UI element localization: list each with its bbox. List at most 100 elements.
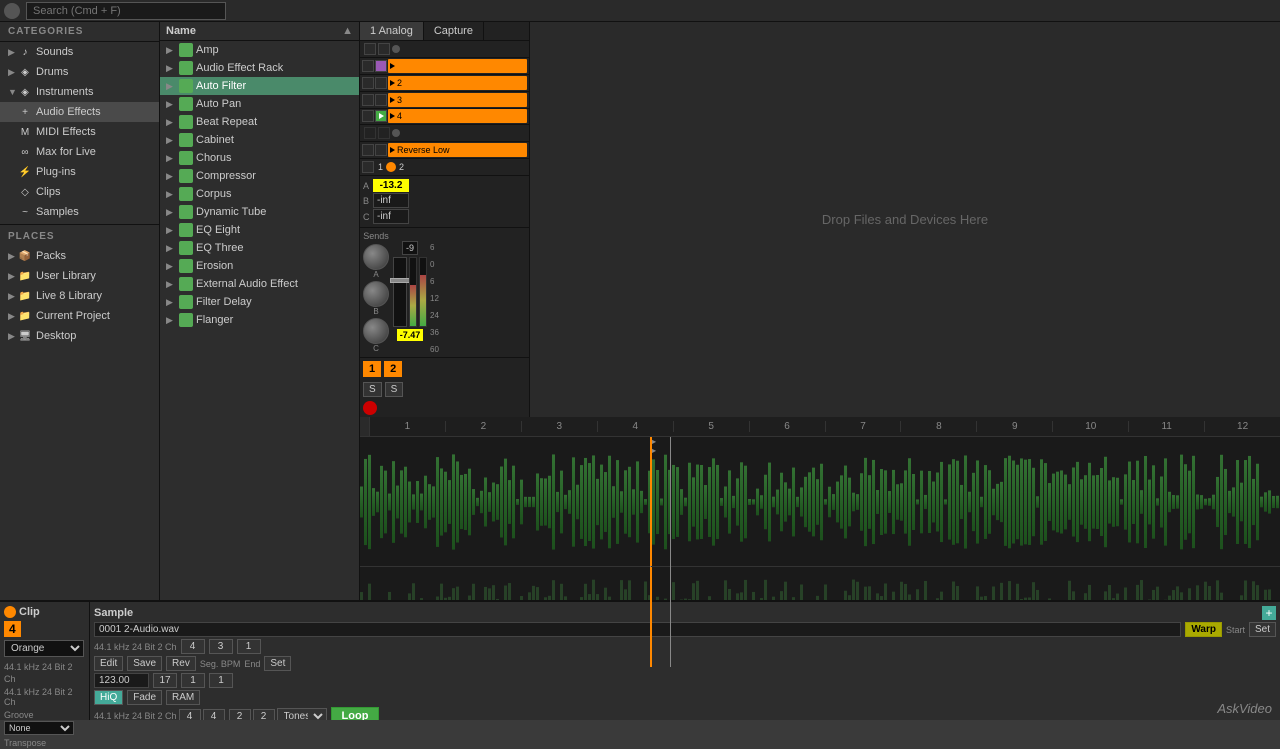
warp-btn[interactable]: Warp xyxy=(1185,622,1222,637)
track-mute-btn[interactable] xyxy=(378,127,390,139)
track-stop-btn[interactable] xyxy=(362,144,374,156)
sig-top-input[interactable] xyxy=(179,709,201,721)
track-mute-btn[interactable] xyxy=(375,94,387,106)
track-stop-btn[interactable] xyxy=(362,60,374,72)
track-mute-btn[interactable] xyxy=(375,77,387,89)
tab-capture[interactable]: Capture xyxy=(424,22,484,40)
browser-item-chorus[interactable]: ▶ Chorus xyxy=(160,149,359,167)
sig-bot-input[interactable] xyxy=(203,709,225,721)
transpose-val1[interactable] xyxy=(229,709,251,721)
clip-color-select[interactable]: Orange xyxy=(4,640,84,657)
mixer-btn[interactable] xyxy=(362,161,374,173)
hiq-btn[interactable]: HiQ xyxy=(94,690,123,705)
track-stop-btn[interactable] xyxy=(364,43,376,55)
clip-indicator xyxy=(4,606,16,618)
end-set-btn[interactable]: Set xyxy=(264,656,291,671)
start-bars[interactable] xyxy=(181,639,205,654)
browser-item-dynamic-tube[interactable]: ▶ Dynamic Tube xyxy=(160,203,359,221)
browser-item-cabinet[interactable]: ▶ Cabinet xyxy=(160,131,359,149)
end-bars[interactable] xyxy=(153,673,177,688)
search-input[interactable] xyxy=(26,2,226,20)
fader-db-value[interactable]: -7.47 xyxy=(397,329,424,341)
sidebar-item-packs[interactable]: ▶ 📦 Packs xyxy=(0,246,159,266)
vol-a-label: A xyxy=(363,181,371,191)
sidebar-item-drums[interactable]: ▶ ◈ Drums xyxy=(0,62,159,82)
browser-item-corpus[interactable]: ▶ Corpus xyxy=(160,185,359,203)
save-btn[interactable]: Save xyxy=(127,656,162,671)
samplerate-label: 44.1 kHz 24 Bit 2 Ch xyxy=(94,642,177,652)
edit-btn[interactable]: Edit xyxy=(94,656,123,671)
browser-item-beat-repeat[interactable]: ▶ Beat Repeat xyxy=(160,113,359,131)
clip-slot-2[interactable]: 2 xyxy=(388,76,527,90)
vol-row-a: A -13.2 xyxy=(363,179,526,192)
end-subdiv[interactable] xyxy=(209,673,233,688)
clip-slot-3[interactable]: 3 xyxy=(388,93,527,107)
sample-add-btn[interactable]: + xyxy=(1262,606,1276,620)
tab-analog[interactable]: 1 Analog xyxy=(360,22,424,40)
browser-item-flanger[interactable]: ▶ Flanger xyxy=(160,311,359,329)
clip-slot-reverse-low[interactable]: Reverse Low xyxy=(388,143,527,157)
item-icon xyxy=(179,223,193,237)
track-btn-1[interactable]: 1 xyxy=(363,361,381,377)
track-stop-btn[interactable] xyxy=(364,127,376,139)
sidebar-item-current-project[interactable]: ▶ 📁 Current Project xyxy=(0,306,159,326)
track-mute-btn[interactable] xyxy=(375,60,387,72)
browser-item-audio-effect-rack[interactable]: ▶ Audio Effect Rack xyxy=(160,59,359,77)
sidebar-item-live8[interactable]: ▶ 📁 Live 8 Library xyxy=(0,286,159,306)
sidebar-item-clips[interactable]: ◇ Clips xyxy=(0,182,159,202)
expand-icon: ▶ xyxy=(166,135,176,146)
solo-btn-2[interactable]: S xyxy=(385,382,404,397)
start-set-btn[interactable]: Set xyxy=(1249,622,1276,637)
vol-a-value[interactable]: -13.2 xyxy=(373,179,409,192)
browser-item-external-audio[interactable]: ▶ External Audio Effect xyxy=(160,275,359,293)
sidebar-item-instruments[interactable]: ▼ ◈ Instruments xyxy=(0,82,159,102)
vol-c-value[interactable]: -inf xyxy=(373,209,409,224)
browser-item-eq-three[interactable]: ▶ EQ Three xyxy=(160,239,359,257)
browser-item-filter-delay[interactable]: ▶ Filter Delay xyxy=(160,293,359,311)
sidebar-item-plugins[interactable]: ⚡ Plug-ins xyxy=(0,162,159,182)
track-mute-btn[interactable] xyxy=(378,43,390,55)
rec-btn-1[interactable] xyxy=(363,401,377,415)
knob-b[interactable] xyxy=(363,281,389,307)
knob-c[interactable] xyxy=(363,318,389,344)
track-play-btn[interactable] xyxy=(375,110,387,122)
solo-btn-1[interactable]: S xyxy=(363,382,382,397)
browser-item-eq-eight[interactable]: ▶ EQ Eight xyxy=(160,221,359,239)
knob-a[interactable] xyxy=(363,244,389,270)
browser-item-erosion[interactable]: ▶ Erosion xyxy=(160,257,359,275)
sidebar-item-max-for-live[interactable]: ∞ Max for Live xyxy=(0,142,159,162)
ram-btn[interactable]: RAM xyxy=(166,690,200,705)
start-beats[interactable] xyxy=(209,639,233,654)
volume-fader[interactable] xyxy=(393,257,407,327)
clip-slot-4[interactable]: 4 xyxy=(388,109,527,123)
end-beats[interactable] xyxy=(181,673,205,688)
loop-btn[interactable]: Loop xyxy=(331,707,380,720)
clip-slot-1[interactable] xyxy=(388,59,527,73)
sidebar-item-samples[interactable]: ~ Samples xyxy=(0,202,159,222)
start-subdiv[interactable] xyxy=(237,639,261,654)
transpose-val2[interactable] xyxy=(253,709,275,721)
sidebar-item-sounds[interactable]: ▶ ♪ Sounds xyxy=(0,42,159,62)
browser-item-auto-filter[interactable]: ▶ Auto Filter xyxy=(160,77,359,95)
groove-select[interactable]: None xyxy=(4,721,74,735)
track-stop-btn[interactable] xyxy=(362,77,374,89)
track-row-5 xyxy=(360,125,529,142)
sidebar-item-midi-effects[interactable]: M MIDI Effects xyxy=(0,122,159,142)
track-btn-2[interactable]: 2 xyxy=(384,361,402,377)
browser-scroll-up[interactable]: ▲ xyxy=(342,25,353,37)
browser-item-auto-pan[interactable]: ▶ Auto Pan xyxy=(160,95,359,113)
sidebar-item-audio-effects[interactable]: + Audio Effects xyxy=(0,102,159,122)
tones-select[interactable]: Tones xyxy=(277,708,327,721)
browser-item-amp[interactable]: ▶ Amp xyxy=(160,41,359,59)
track-stop-btn[interactable] xyxy=(362,94,374,106)
rev-btn[interactable]: Rev xyxy=(166,656,196,671)
sig-label: 44.1 kHz 24 Bit 2 Ch xyxy=(4,662,73,684)
fade-btn[interactable]: Fade xyxy=(127,690,162,705)
sidebar-item-desktop[interactable]: ▶ 🖥 Desktop xyxy=(0,326,159,346)
vol-b-value[interactable]: -inf xyxy=(373,193,409,208)
sidebar-item-user-library[interactable]: ▶ 📁 User Library xyxy=(0,266,159,286)
browser-item-compressor[interactable]: ▶ Compressor xyxy=(160,167,359,185)
track-mute-btn[interactable] xyxy=(375,144,387,156)
track-stop-btn[interactable] xyxy=(362,110,374,122)
seg-bpm-input[interactable] xyxy=(94,673,149,688)
